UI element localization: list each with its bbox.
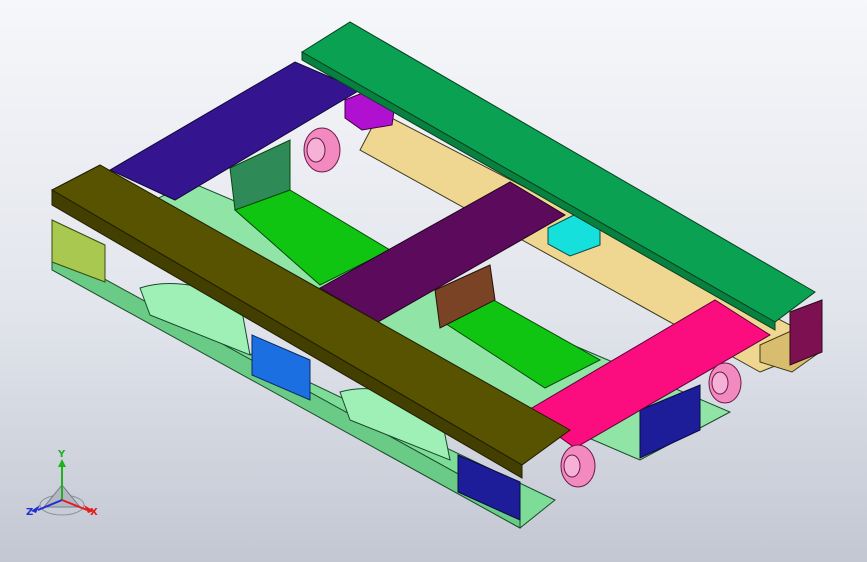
reference-triad[interactable]: Y X Z [22,445,112,535]
graphics-viewport[interactable]: Y X Z [0,0,867,562]
caster-wheel-right-hub [711,371,729,395]
pallet-3d-model[interactable] [0,0,867,562]
caster-wheel-front-hub [563,454,581,478]
caster-wheel-back-hub [306,137,326,163]
y-axis-label: Y [57,449,66,460]
maroon-block-right[interactable] [789,299,823,366]
x-axis-label: X [90,507,98,518]
z-axis-label: Z [26,507,33,518]
y-axis-arrow [58,459,66,467]
